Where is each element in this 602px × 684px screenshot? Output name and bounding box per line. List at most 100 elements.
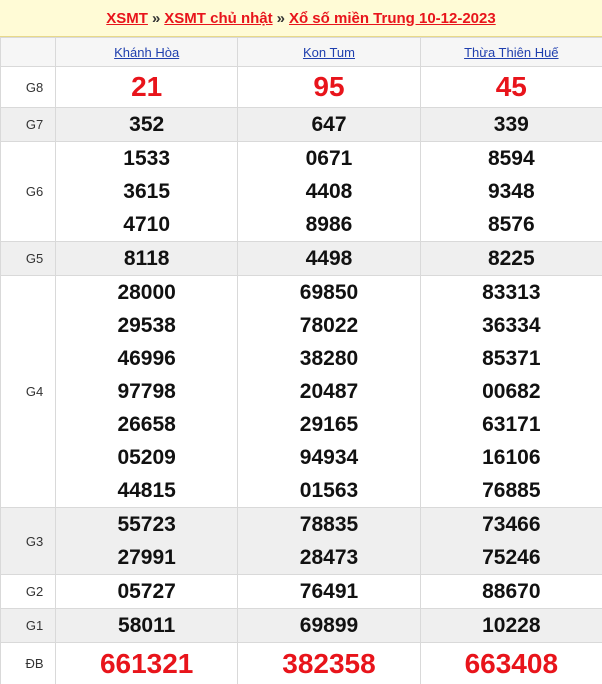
prize-label: G5 bbox=[0, 241, 56, 276]
prize-label: G2 bbox=[0, 574, 56, 609]
prize-label: G7 bbox=[0, 107, 56, 142]
prize-cell: 45 bbox=[419, 66, 602, 108]
prize-row: G1 58011 69899 10228 bbox=[0, 608, 602, 643]
result-number: 76491 bbox=[299, 580, 359, 603]
prize-cell: 95 bbox=[237, 66, 421, 108]
result-number: 647 bbox=[311, 113, 347, 136]
province-link-khanh-hoa[interactable]: Khánh Hòa bbox=[114, 45, 179, 60]
result-number: 29165 bbox=[299, 413, 359, 436]
result-number: 85371 bbox=[482, 347, 541, 370]
result-number: 44815 bbox=[117, 479, 176, 502]
result-number: 382358 bbox=[282, 647, 376, 679]
result-number: 78835 bbox=[299, 513, 359, 536]
result-number: 8225 bbox=[487, 247, 535, 270]
result-number: 45 bbox=[495, 71, 527, 102]
result-number: 9348 bbox=[487, 180, 535, 203]
prize-cell: 339 bbox=[419, 107, 602, 142]
prize-cell: 4498 bbox=[237, 241, 421, 276]
prize-cell: 83313 36334 85371 00682 63171 16106 76885 bbox=[419, 275, 602, 508]
prize-cell: 10228 bbox=[419, 608, 602, 643]
result-number: 75246 bbox=[482, 546, 541, 569]
prize-row: ĐB 661321 382358 663408 bbox=[0, 642, 602, 684]
prize-cell: 663408 bbox=[419, 642, 602, 684]
province-header-khanh-hoa: Khánh Hòa bbox=[54, 37, 239, 67]
prize-cell: 21 bbox=[54, 66, 239, 108]
result-number: 29538 bbox=[117, 314, 176, 337]
result-number: 339 bbox=[493, 113, 529, 136]
prize-label: G1 bbox=[0, 608, 56, 643]
prize-cell: 352 bbox=[54, 107, 239, 142]
prize-label: G4 bbox=[0, 275, 56, 508]
result-number: 20487 bbox=[299, 380, 359, 403]
result-number: 1533 bbox=[123, 147, 171, 170]
province-header-thua-thien-hue: Thừa Thiên Huế bbox=[419, 37, 602, 67]
prize-label: G6 bbox=[0, 141, 56, 242]
breadcrumb-link-current-draw[interactable]: Xổ số miền Trung 10-12-2023 bbox=[289, 10, 496, 27]
results-table: Khánh Hòa Kon Tum Thừa Thiên Huế G8 21 95 4… bbox=[0, 37, 602, 684]
result-number: 27991 bbox=[117, 546, 176, 569]
prize-row: G3 55723 27991 78835 28473 73466 75246 bbox=[0, 507, 602, 575]
prize-cell: 78835 28473 bbox=[237, 507, 421, 575]
prize-cell: 8594 9348 8576 bbox=[419, 141, 602, 242]
prize-cell: 05727 bbox=[54, 574, 239, 609]
result-number: 00682 bbox=[482, 380, 541, 403]
result-number: 05727 bbox=[117, 580, 176, 603]
result-number: 69899 bbox=[299, 614, 359, 637]
result-number: 05209 bbox=[117, 446, 176, 469]
result-number: 4710 bbox=[123, 213, 171, 236]
result-number: 10228 bbox=[482, 614, 541, 637]
prize-label: G3 bbox=[0, 507, 56, 575]
breadcrumb-link-xsmt[interactable]: XSMT bbox=[106, 10, 148, 27]
result-number: 8118 bbox=[123, 247, 170, 270]
province-link-kon-tum[interactable]: Kon Tum bbox=[303, 45, 355, 60]
result-number: 76885 bbox=[482, 479, 541, 502]
prize-label: G8 bbox=[0, 66, 56, 108]
prize-cell: 69899 bbox=[237, 608, 421, 643]
prize-row: G5 8118 4498 8225 bbox=[0, 241, 602, 276]
result-number: 8594 bbox=[487, 147, 535, 170]
result-number: 8576 bbox=[487, 213, 535, 236]
result-number: 663408 bbox=[464, 647, 559, 679]
result-number: 352 bbox=[129, 113, 165, 136]
result-number: 01563 bbox=[299, 479, 359, 502]
result-number: 3615 bbox=[123, 180, 171, 203]
result-number: 94934 bbox=[299, 446, 359, 469]
result-number: 78022 bbox=[299, 314, 359, 337]
result-number: 73466 bbox=[482, 513, 541, 536]
prize-cell: 76491 bbox=[237, 574, 421, 609]
result-number: 63171 bbox=[482, 413, 541, 436]
prize-cell: 647 bbox=[237, 107, 421, 142]
result-number: 95 bbox=[313, 71, 345, 102]
province-link-thua-thien-hue[interactable]: Thừa Thiên Huế bbox=[464, 45, 558, 60]
result-number: 46996 bbox=[117, 347, 176, 370]
breadcrumb-link-xsmt-sunday[interactable]: XSMT chủ nhật bbox=[164, 10, 272, 27]
result-number: 28000 bbox=[117, 281, 176, 304]
prize-row: G7 352 647 339 bbox=[0, 107, 602, 142]
prize-cell: 1533 3615 4710 bbox=[54, 141, 239, 242]
prize-row: G2 05727 76491 88670 bbox=[0, 574, 602, 609]
result-number: 661321 bbox=[99, 647, 194, 679]
result-number: 4498 bbox=[305, 247, 353, 270]
result-number: 58011 bbox=[118, 614, 176, 637]
prize-cell: 8118 bbox=[54, 241, 239, 276]
prize-cell: 73466 75246 bbox=[419, 507, 602, 575]
result-number: 28473 bbox=[299, 546, 359, 569]
result-number: 4408 bbox=[305, 180, 353, 203]
result-number: 16106 bbox=[482, 446, 541, 469]
prize-cell: 55723 27991 bbox=[54, 507, 239, 575]
prize-cell: 382358 bbox=[237, 642, 421, 684]
breadcrumb-separator: » bbox=[276, 9, 285, 27]
result-number: 21 bbox=[131, 71, 163, 102]
prize-row: G6 1533 3615 4710 0671 4408 8986 8594 9348 8576 bbox=[0, 141, 602, 242]
result-number: 83313 bbox=[482, 281, 541, 304]
result-number: 38280 bbox=[299, 347, 359, 370]
prize-row: G4 28000 29538 46996 97798 26658 05209 44815 698… bbox=[0, 275, 602, 508]
result-number: 0671 bbox=[305, 147, 353, 170]
prize-cell: 8225 bbox=[419, 241, 602, 276]
result-number: 26658 bbox=[117, 413, 176, 436]
prize-row: G8 21 95 45 bbox=[0, 66, 602, 108]
result-number: 69850 bbox=[299, 281, 359, 304]
prize-cell: 88670 bbox=[419, 574, 602, 609]
result-number: 55723 bbox=[117, 513, 176, 536]
result-number: 88670 bbox=[482, 580, 541, 603]
